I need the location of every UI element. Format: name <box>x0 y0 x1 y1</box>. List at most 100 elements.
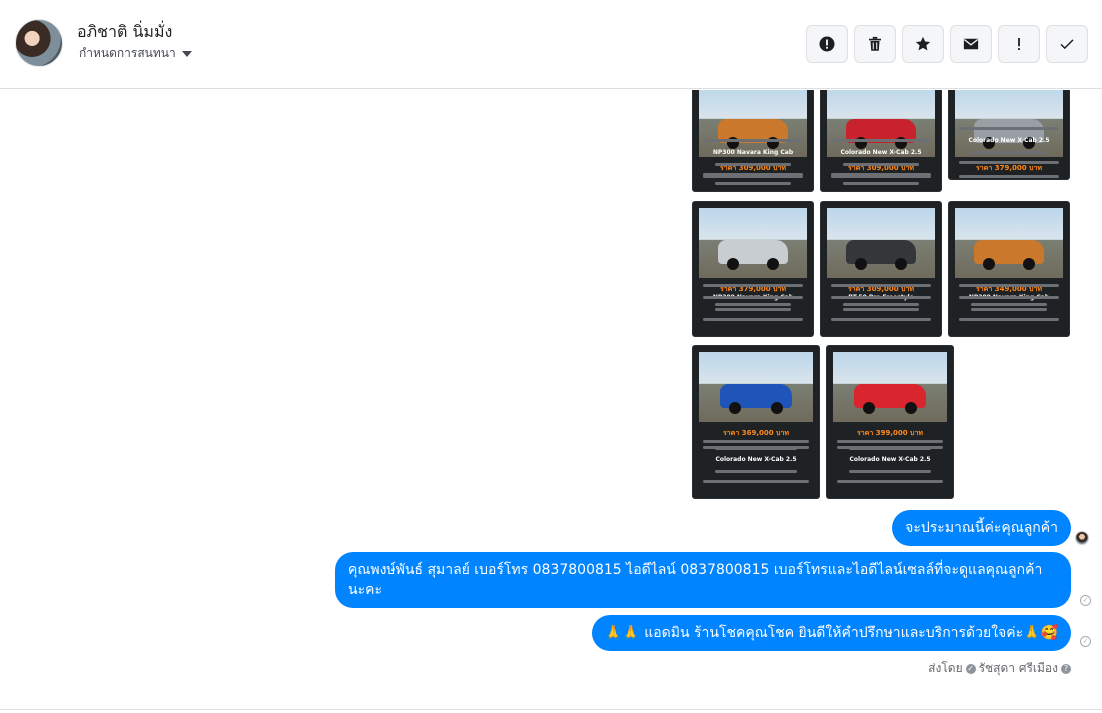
listing-detail-line <box>837 440 943 443</box>
wheel <box>727 258 740 270</box>
listing-detail-line <box>703 480 809 483</box>
sent-by-agent[interactable]: รัชสุดา ศรีเมือง <box>979 659 1058 678</box>
mark-done-button[interactable] <box>1046 25 1088 63</box>
listing-detail-line <box>703 440 809 443</box>
conversation-header: อภิชาติ นิ่มมั่ง กำหนดการสนทนา <box>0 0 1102 89</box>
listing-detail-line <box>843 163 919 166</box>
car-photo <box>699 352 813 422</box>
message-bubble[interactable]: จะประมาณนี้ค่ะคุณลูกค้า <box>892 510 1071 546</box>
listing-image[interactable]: ราคา 379,000 บาท Colorado New X-Cab 2.5 <box>948 90 1070 180</box>
listing-detail-line <box>843 303 919 306</box>
listing-detail-line <box>959 318 1059 321</box>
listing-image[interactable]: ราคา 369,000 บาท Colorado New X-Cab 2.5 <box>692 345 820 499</box>
report-spam-button[interactable] <box>806 25 848 63</box>
wheel <box>1022 258 1035 270</box>
listing-detail-line <box>843 308 919 311</box>
car-photo <box>827 208 935 278</box>
check-icon <box>1060 39 1074 50</box>
message-bubble[interactable]: คุณพงษ์พันธ์ สุมาลย์ เบอร์โทร 0837800815… <box>335 552 1071 608</box>
sent-by-label: ส่งโดย ✓ รัชสุดา ศรีเมือง ? <box>928 659 1071 678</box>
sent-check-icon: ✓ <box>1080 636 1091 647</box>
listing-image[interactable]: ราคา 379,000 บาทNP300 Navara King Cab <box>692 201 814 337</box>
listing-model: Colorado New X-Cab 2.5 <box>715 456 797 463</box>
star-icon <box>915 36 931 51</box>
car-photo <box>827 90 935 157</box>
wheel <box>771 402 784 414</box>
listing-detail-line <box>715 303 791 306</box>
listing-detail-line <box>971 303 1047 306</box>
envelope-icon <box>963 38 979 50</box>
car-photo <box>833 352 947 422</box>
listing-detail-line <box>959 161 1059 164</box>
listing-model: Colorado New X-Cab 2.5 <box>840 149 922 156</box>
listing-image[interactable]: ราคา 309,000 บาทBT-50 Pro Freestyle <box>820 201 942 337</box>
listing-detail-line <box>831 284 931 287</box>
listing-detail-line <box>703 318 803 321</box>
agent-icon: ✓ <box>965 663 976 674</box>
mark-unread-button[interactable] <box>950 25 992 63</box>
car-photo <box>955 208 1063 278</box>
listing-image[interactable]: ราคา 309,000 บาท NP300 Navara King Cab <box>692 90 814 192</box>
listing-price: ราคา 379,000 บาท <box>975 164 1043 172</box>
wheel <box>855 258 868 270</box>
listing-detail-line <box>703 296 803 299</box>
star-button[interactable] <box>902 25 944 63</box>
wheel <box>728 402 741 414</box>
listing-detail-line <box>703 139 803 142</box>
listing-detail-line <box>837 480 943 483</box>
listing-detail-line <box>971 151 1047 154</box>
message-bubble[interactable]: 🙏🙏 แอดมิน ร้านโชคคุณโชค ยินดีให้คำปรึกษา… <box>591 615 1071 651</box>
inbox-window: อภิชาติ นิ่มมั่ง กำหนดการสนทนา ราคา 309,… <box>0 0 1102 713</box>
listing-detail-line <box>831 296 931 299</box>
seen-avatar <box>1075 531 1089 545</box>
delete-button[interactable] <box>854 25 896 63</box>
car-photo <box>699 90 807 157</box>
listing-price: ราคา 399,000 บาท <box>856 429 924 437</box>
wheel <box>766 258 779 270</box>
listing-detail-line <box>703 446 809 449</box>
listing-detail-line <box>703 173 803 176</box>
listing-detail-line <box>971 308 1047 311</box>
car-photo <box>699 208 807 278</box>
contact-name[interactable]: อภิชาติ นิ่มมั่ง <box>77 20 172 45</box>
listing-image[interactable]: ราคา 309,000 บาท Colorado New X-Cab 2.5 <box>820 90 942 192</box>
wheel <box>862 402 875 414</box>
listing-detail-line <box>843 182 919 185</box>
listing-detail-line <box>959 175 1059 178</box>
car-photo <box>955 90 1063 157</box>
listing-model: Colorado New X-Cab 2.5 <box>849 456 931 463</box>
sent-check-icon: ✓ <box>1080 595 1091 606</box>
listing-detail-line <box>831 139 931 142</box>
listing-detail-line <box>849 470 931 473</box>
help-icon[interactable]: ? <box>1061 663 1071 674</box>
listing-model: Colorado New X-Cab 2.5 <box>968 137 1050 144</box>
listing-price: ราคา 369,000 บาท <box>722 429 790 437</box>
alert-circle-icon <box>819 36 835 52</box>
listing-detail-line <box>715 470 797 473</box>
assign-label: กำหนดการสนทนา <box>79 46 176 60</box>
listing-detail-line <box>715 182 791 185</box>
sent-by-prefix: ส่งโดย <box>928 661 963 675</box>
follow-up-button[interactable] <box>998 25 1040 63</box>
message-thread[interactable]: ราคา 309,000 บาท NP300 Navara King Cab ราค… <box>0 90 1102 713</box>
listing-image[interactable]: ราคา 349,000 บาทNP300 Navara King Cab <box>948 201 1070 337</box>
exclamation-icon <box>1018 38 1020 50</box>
wheel <box>905 402 918 414</box>
listing-image[interactable]: ราคา 399,000 บาท Colorado New X-Cab 2.5 <box>826 345 954 499</box>
listing-detail-line <box>831 318 931 321</box>
listing-detail-line <box>831 173 931 176</box>
listing-detail-line <box>715 163 791 166</box>
trash-icon <box>869 36 881 51</box>
conversation-toolbar <box>806 25 1088 63</box>
composer-divider <box>0 709 1102 713</box>
avatar[interactable] <box>15 19 63 67</box>
listing-detail-line <box>959 284 1059 287</box>
wheel <box>894 258 907 270</box>
listing-detail-line <box>703 284 803 287</box>
listing-detail-line <box>715 308 791 311</box>
wheel <box>983 258 996 270</box>
assign-conversation-dropdown[interactable]: กำหนดการสนทนา <box>79 44 192 63</box>
listing-detail-line <box>959 296 1059 299</box>
caret-down-icon <box>181 50 192 57</box>
listing-detail-line <box>959 127 1059 130</box>
